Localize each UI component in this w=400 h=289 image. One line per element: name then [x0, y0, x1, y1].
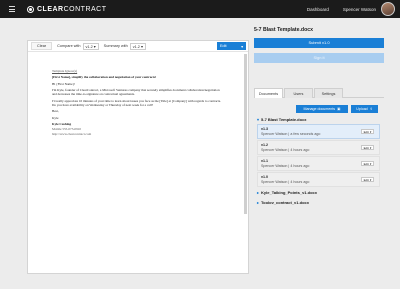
chevron-right-icon: ▸ [257, 200, 260, 205]
clear-button[interactable]: Clear [31, 42, 53, 50]
compare-control: Compare with v1.2 ▾ [57, 42, 99, 50]
document-icon: ▣ [337, 107, 341, 111]
version-name: v1.1 [261, 159, 268, 163]
version-edit-button[interactable]: Edit ▾ [361, 177, 374, 182]
manage-documents-button[interactable]: Manage documents ▣ [296, 105, 348, 113]
version-edit-button[interactable]: Edit ▾ [361, 161, 374, 166]
chevron-down-icon: ▾ [140, 44, 143, 49]
version-meta: Spencer Watson | a few seconds ago [261, 132, 321, 136]
document-sidebar: 5-7 Blast Template.docx Submit v1.0 Sign… [254, 18, 384, 289]
sign-button[interactable]: Sign it [254, 53, 384, 63]
edit-button[interactable]: Edit ▾ [217, 42, 246, 50]
document-editor-panel: Clear Compare with v1.2 ▾ Summary with v… [27, 40, 249, 274]
version-name: v1.0 [261, 175, 268, 179]
version-item[interactable]: v1.1 Spencer Watson | 4 hours ago Edit ▾ [257, 156, 380, 171]
closing-name: Kyle [52, 115, 59, 120]
tab-users[interactable]: Users [284, 88, 313, 98]
upload-icon: ⇪ [369, 107, 373, 111]
chevron-right-icon: ▸ [257, 190, 260, 195]
clearcontract-logo[interactable]: CLEAR CONTRACT [27, 5, 107, 13]
manage-documents-label: Manage documents [303, 107, 336, 111]
version-edit-button[interactable]: Edit ▾ [361, 145, 374, 150]
signature-phone: Mobile 555-073-0910 [52, 126, 82, 131]
document-folder[interactable]: ▸ Toolov_contract_v1.docx [257, 200, 309, 205]
chevron-down-icon: ▾ [241, 44, 243, 49]
compare-label: Compare with [57, 44, 81, 48]
chevron-down-icon: ▾ [369, 161, 372, 166]
folder-label: 5-7 Blast Template.docx [261, 117, 307, 122]
version-meta: Spencer Watson | 4 hours ago [261, 180, 310, 184]
tab-documents[interactable]: Documents [254, 88, 283, 98]
version-edit-label: Edit [363, 177, 369, 182]
version-edit-label: Edit [363, 145, 369, 150]
submit-button[interactable]: Submit v1.0 [254, 38, 384, 48]
chevron-down-icon: ▾ [369, 177, 372, 182]
document-folder[interactable]: ▸ Kyle_Talking_Points_v1.docx [257, 190, 317, 195]
version-meta: Spencer Watson | 4 hours ago [261, 148, 310, 152]
document-content[interactable]: Template Ignore(s) [First Name], simplif… [52, 69, 222, 138]
version-name: v1.2 [261, 143, 268, 147]
folder-label: Toolov_contract_v1.docx [261, 200, 309, 205]
document-title: 5-7 Blast Template.docx [254, 27, 314, 33]
tab-settings[interactable]: Settings [314, 88, 343, 98]
dashboard-link[interactable]: Dashboard [307, 7, 329, 12]
chevron-down-icon: ▾ [369, 145, 372, 150]
version-item[interactable]: v1.3 Spencer Watson | a few seconds ago … [257, 124, 380, 139]
summary-control: Summary with v1.2 ▾ [103, 42, 146, 50]
version-item[interactable]: v1.0 Spencer Watson | 4 hours ago Edit ▾ [257, 172, 380, 187]
paragraph-1: I'm Kyle, founder of ClearContract, a Mi… [52, 88, 220, 97]
editor-toolbar: Clear Compare with v1.2 ▾ Summary with v… [28, 41, 248, 52]
chevron-down-icon: ▾ [93, 44, 96, 49]
version-edit-button[interactable]: Edit ▾ [361, 129, 374, 134]
version-item[interactable]: v1.2 Spencer Watson | 4 hours ago Edit ▾ [257, 140, 380, 155]
document-folder-active[interactable]: ▾ 5-7 Blast Template.docx [257, 117, 307, 122]
email-subject: [First Name], simplify the collaboration… [52, 75, 157, 80]
logo-mark-icon [27, 5, 34, 13]
compare-select[interactable]: v1.2 ▾ [82, 42, 99, 50]
user-name[interactable]: Spencer Watson [343, 7, 376, 12]
compare-select-value: v1.2 [85, 44, 93, 49]
version-list: v1.3 Spencer Watson | a few seconds ago … [257, 124, 380, 188]
top-navigation-bar: CLEAR CONTRACT Dashboard Spencer Watson [0, 0, 400, 18]
hamburger-menu-icon[interactable] [5, 0, 19, 18]
folder-label: Kyle_Talking_Points_v1.docx [261, 190, 317, 195]
chevron-down-icon: ▾ [257, 117, 260, 122]
logo-text-thin: CONTRACT [63, 5, 107, 13]
summary-select[interactable]: v1.2 ▾ [129, 42, 146, 50]
summary-label: Summary with [103, 44, 128, 48]
version-edit-label: Edit [363, 161, 369, 166]
template-label: Template Ignore(s) [52, 69, 78, 73]
chevron-down-icon: ▾ [369, 129, 372, 134]
user-avatar[interactable] [381, 2, 395, 16]
upload-label: Upload [356, 107, 368, 111]
edit-button-label: Edit [220, 44, 227, 48]
upload-button[interactable]: Upload ⇪ [351, 105, 378, 113]
version-edit-label: Edit [363, 129, 369, 134]
paragraph-2: I'd really appreciate 10 minutes of your… [52, 98, 222, 107]
logo-text-bold: CLEAR [37, 5, 64, 13]
version-meta: Spencer Watson | 4 hours ago [261, 164, 310, 168]
signature-website: http://www.clearcontract.com [52, 131, 92, 136]
greeting: Hi {First Name}! [52, 81, 76, 86]
version-name: v1.3 [261, 127, 268, 131]
closing: Best, [52, 109, 59, 114]
document-scrollbar[interactable] [244, 54, 247, 214]
sidebar-tabs: Documents Users Settings [254, 88, 384, 98]
summary-select-value: v1.2 [132, 44, 140, 49]
signature-name: Kyle Cushing [52, 122, 72, 127]
